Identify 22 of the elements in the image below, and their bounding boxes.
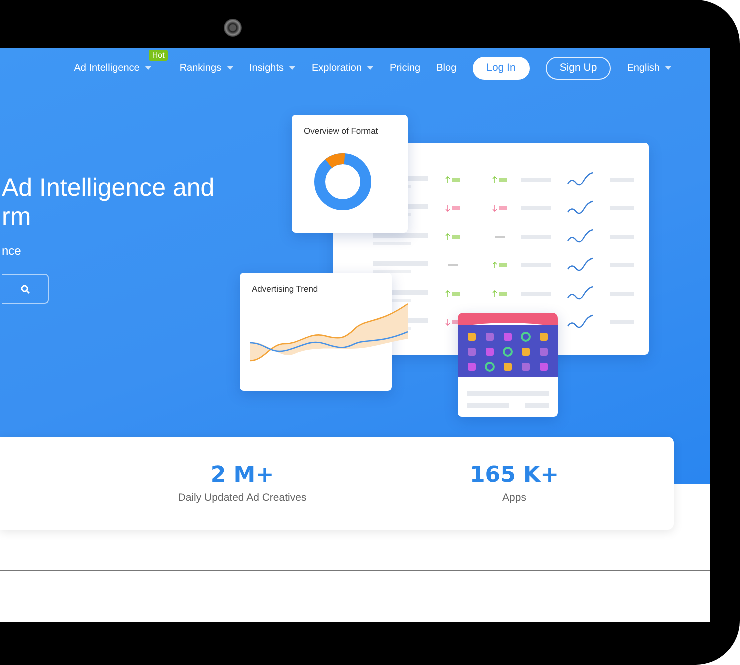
nav-link[interactable]: Rankings xyxy=(180,62,234,74)
stat-label: Daily Updated Ad Creatives xyxy=(178,492,307,504)
stat-value: 2 M+ xyxy=(210,463,274,488)
search-field[interactable] xyxy=(2,274,49,304)
hero-title-line: rm xyxy=(2,203,32,232)
stat-value: 165 K+ xyxy=(470,463,560,488)
hot-badge: Hot xyxy=(149,50,168,60)
card-title: Advertising Trend xyxy=(252,284,318,294)
nav-link[interactable]: Blog xyxy=(436,62,457,74)
card-title: Overview of Format xyxy=(304,126,378,136)
hero-subtitle: nce xyxy=(2,244,22,258)
search-icon xyxy=(20,284,30,294)
nav-link[interactable]: Pricing xyxy=(390,62,421,74)
nav-link[interactable]: Insights xyxy=(250,62,296,74)
language-selector[interactable]: English xyxy=(627,62,672,74)
signup-button[interactable]: Sign Up xyxy=(546,56,612,80)
stat-label: Apps xyxy=(502,492,526,504)
login-button[interactable]: Log In xyxy=(472,56,530,80)
hero-title-line: Ad Intelligence and xyxy=(2,174,215,203)
nav-link[interactable]: Exploration xyxy=(312,62,374,74)
donut-drawing xyxy=(314,153,372,211)
camera-icon xyxy=(224,19,242,37)
